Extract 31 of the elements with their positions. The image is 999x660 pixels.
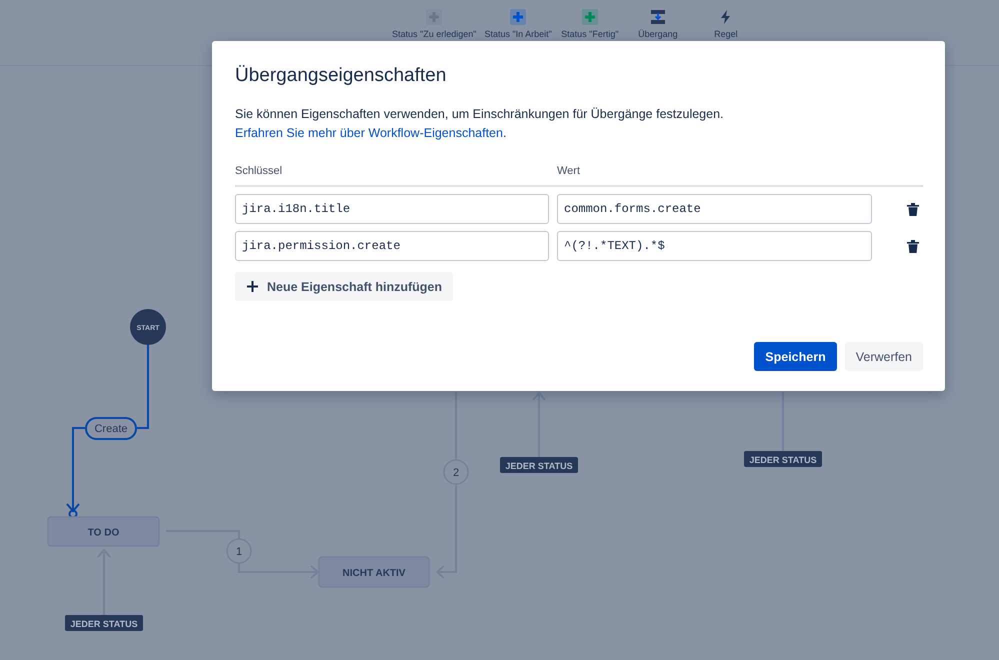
any-status-badge: JEDER STATUS (744, 451, 822, 467)
any-status-badge: JEDER STATUS (500, 457, 578, 473)
trash-icon (906, 240, 918, 252)
status-node: TO DO (47, 516, 160, 547)
toolbar-button[interactable]: Status "Fertig" (560, 9, 620, 65)
learn-more-link[interactable]: Erfahren Sie mehr über Workflow-Eigenschaften (235, 126, 503, 140)
discard-button[interactable]: Verwerfen (844, 342, 923, 371)
description-text: Sie können Eigenschaften verwenden, um Einschränkungen für Übergänge festzulegen. Erfahren Sie mehr über Workflow-Eigenschaften. (235, 106, 725, 142)
save-button[interactable]: Speichern (754, 342, 837, 371)
add-property-button[interactable]: Neue Eigenschaft hinzufügen (235, 272, 454, 301)
toolbar-button[interactable]: Regel (696, 9, 756, 65)
transition-number: 2 (443, 459, 469, 485)
value-field[interactable]: ^(?!.*TEXT).*$ (557, 231, 872, 261)
connector-arrow (97, 548, 111, 615)
column-header: Wert (557, 165, 580, 177)
toolbar-button[interactable]: Status "In Arbeit" (484, 9, 552, 65)
transition-icon (650, 9, 666, 25)
column-header: Schlüssel (235, 165, 282, 177)
key-field[interactable]: jira.permission.create (235, 231, 549, 261)
plus-icon (247, 281, 258, 292)
status-node: NICHT AKTIV (318, 556, 430, 588)
connector-arrow (532, 391, 546, 457)
key-field[interactable]: jira.i18n.title (235, 194, 549, 224)
trash-icon (906, 202, 918, 216)
transition-label: Create (85, 417, 137, 440)
toolbar-button[interactable]: Übergang (628, 9, 688, 65)
toolbar-button[interactable]: Status "Zu erledigen" (392, 9, 476, 65)
transition-number: 1 (226, 538, 252, 564)
dialog-title: Übergangseigenschaften (235, 65, 446, 87)
value-field[interactable]: common.forms.create (557, 194, 872, 224)
any-status-badge: JEDER STATUS (65, 615, 143, 631)
